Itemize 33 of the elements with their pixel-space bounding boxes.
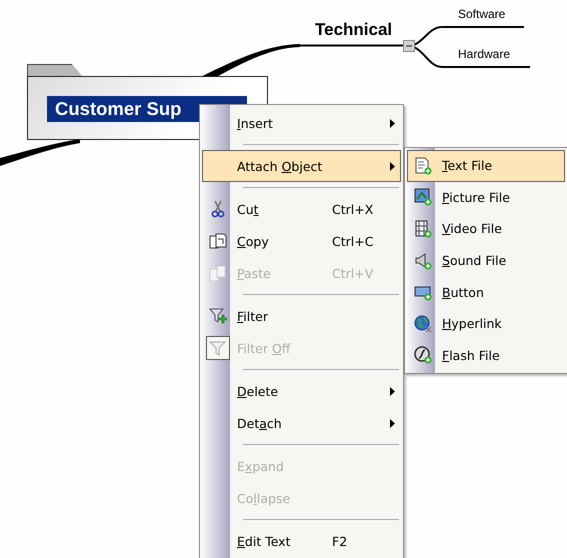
- filter-add-icon: [208, 307, 226, 325]
- menu-item[interactable]: Button: [407, 276, 565, 308]
- menu-item[interactable]: Text File: [407, 150, 565, 182]
- menu-item[interactable]: Copy Ctrl+C: [202, 225, 401, 257]
- picture-add-icon: [414, 188, 432, 206]
- menu-item[interactable]: Sound File: [407, 244, 565, 276]
- menu-item[interactable]: Detach: [202, 407, 401, 439]
- menu-item[interactable]: Cut Ctrl+X: [202, 193, 401, 225]
- globe-icon: [414, 314, 432, 333]
- submenu-arrow-icon: [390, 386, 395, 396]
- subtopic-label[interactable]: Software: [458, 7, 506, 21]
- submenu-arrow-icon: [390, 418, 395, 428]
- filter-icon: [208, 339, 226, 357]
- menu-item[interactable]: Filter: [202, 300, 401, 332]
- scissors-icon: [208, 200, 226, 218]
- paste-icon: [208, 264, 226, 282]
- speaker-add-icon: [414, 252, 432, 270]
- menu-item[interactable]: Picture File: [407, 182, 565, 214]
- menu-item[interactable]: Attach Object: [202, 150, 401, 182]
- flash-add-icon: [414, 346, 432, 364]
- film-add-icon: [414, 220, 432, 238]
- menu-item[interactable]: Video File: [407, 213, 565, 245]
- menu-item[interactable]: Hyperlink: [407, 308, 565, 340]
- topic-label[interactable]: Technical: [315, 20, 392, 40]
- collapse-toggle[interactable]: [403, 40, 415, 52]
- menu-item[interactable]: Flash File: [407, 340, 565, 372]
- copy-icon: [208, 232, 226, 250]
- menu-item[interactable]: Delete: [202, 375, 401, 407]
- submenu-arrow-icon: [390, 118, 395, 128]
- subtopic-label[interactable]: Hardware: [458, 47, 510, 61]
- text-file-add-icon: [414, 156, 432, 175]
- menu-item[interactable]: Edit Text F2: [202, 525, 401, 557]
- submenu-arrow-icon: [390, 162, 395, 170]
